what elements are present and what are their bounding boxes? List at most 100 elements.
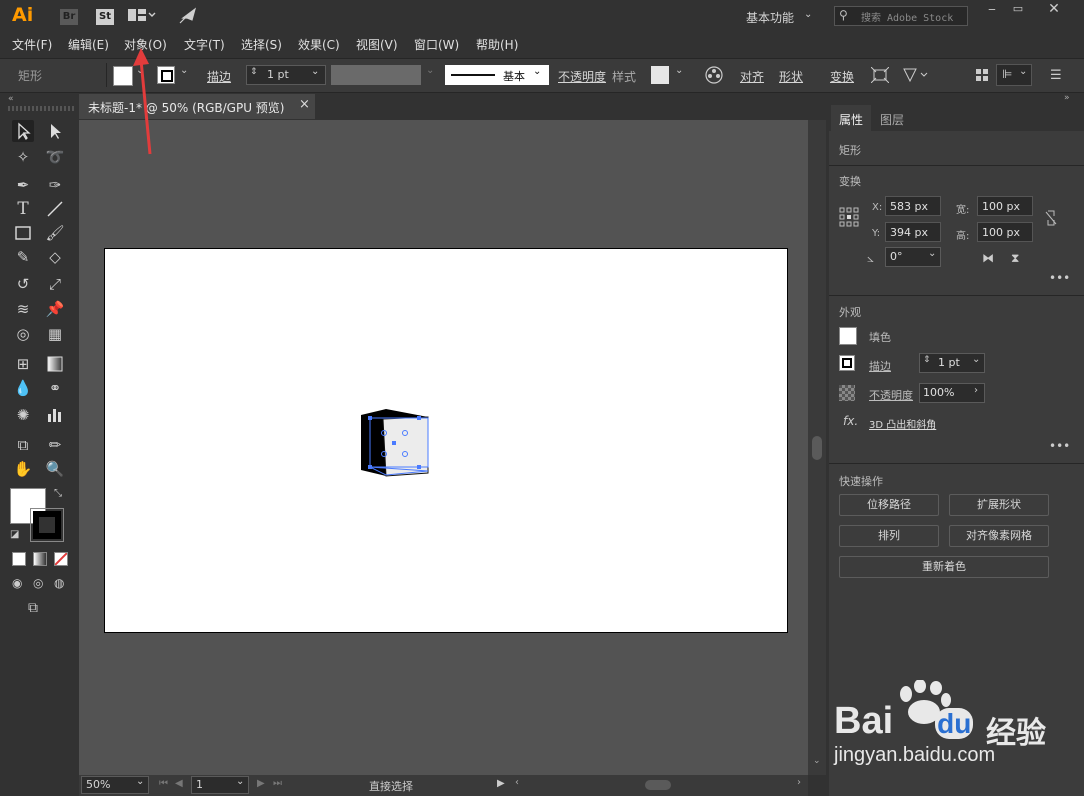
- opacity-label-panel[interactable]: 不透明度: [869, 387, 913, 403]
- effect-3d-link[interactable]: 3D 凸出和斜角: [869, 416, 936, 431]
- vertical-scroll-thumb[interactable]: [812, 436, 822, 460]
- menu-window[interactable]: 窗口(W): [414, 36, 459, 53]
- menu-select[interactable]: 选择(S): [241, 36, 282, 53]
- height-field[interactable]: 100 px: [977, 222, 1033, 242]
- default-colors-icon[interactable]: ◪: [10, 529, 19, 540]
- draw-inside-icon[interactable]: ◍: [54, 576, 64, 590]
- lasso-tool-icon[interactable]: ➰: [44, 146, 66, 168]
- symbol-sprayer-tool-icon[interactable]: ✺: [12, 404, 34, 426]
- puppet-warp-tool-icon[interactable]: 📌: [44, 298, 66, 320]
- flip-vertical-icon[interactable]: ⧗: [1011, 251, 1019, 266]
- pen-tool-icon[interactable]: ✒: [12, 174, 34, 196]
- scale-tool-icon[interactable]: ⤢: [44, 273, 66, 295]
- panel-collapse-icon[interactable]: »: [1064, 93, 1070, 103]
- panel-menu-icon[interactable]: ☰: [1050, 68, 1062, 83]
- status-menu-icon[interactable]: ▶: [497, 778, 505, 789]
- menu-effect[interactable]: 效果(C): [298, 36, 340, 53]
- warp-tool-icon[interactable]: ≋: [12, 298, 34, 320]
- isolate-icon[interactable]: [902, 67, 930, 83]
- menu-type[interactable]: 文字(T): [184, 36, 225, 53]
- draw-behind-icon[interactable]: ◎: [33, 576, 43, 590]
- bridge-button[interactable]: Br: [60, 9, 78, 25]
- brush-definition[interactable]: 基本 ⌄: [445, 65, 549, 85]
- mesh-tool-icon[interactable]: ⊞: [12, 353, 34, 375]
- scroll-down-icon[interactable]: ⌄: [813, 756, 821, 766]
- grid-view-icon[interactable]: [975, 68, 989, 82]
- x-field[interactable]: 583 px: [885, 196, 941, 216]
- magic-wand-tool-icon[interactable]: ✧: [12, 146, 34, 168]
- blend-tool-icon[interactable]: ⚭: [44, 377, 66, 399]
- arrange-icon[interactable]: ⊫ ⌄: [996, 64, 1032, 86]
- stroke-weight-panel-field[interactable]: ⇕ 1 pt ⌄: [919, 353, 985, 373]
- arrange-button[interactable]: 排列: [839, 525, 939, 547]
- chevron-down-icon[interactable]: ⌄: [675, 65, 683, 76]
- variable-width-profile[interactable]: [331, 65, 421, 85]
- first-artboard-icon[interactable]: ⏮: [159, 778, 168, 789]
- tab-layers[interactable]: 图层: [880, 111, 904, 128]
- style-swatch[interactable]: [651, 66, 669, 84]
- fill-swatch-panel[interactable]: [839, 327, 857, 345]
- shape-label[interactable]: 形状: [779, 68, 803, 85]
- selection-tool-icon[interactable]: [12, 120, 34, 142]
- slice-tool-icon[interactable]: ✏: [44, 434, 66, 456]
- stock-search[interactable]: ⚲ 搜索 Adobe Stock: [834, 6, 968, 26]
- stroke-label[interactable]: 描边: [207, 68, 231, 85]
- color-mode-button[interactable]: [12, 552, 26, 566]
- offset-path-button[interactable]: 位移路径: [839, 494, 939, 516]
- opacity-label[interactable]: 不透明度: [558, 68, 606, 85]
- curvature-tool-icon[interactable]: ✑: [44, 174, 66, 196]
- swap-colors-icon[interactable]: ⤡: [54, 488, 62, 499]
- recolor-icon[interactable]: [705, 66, 723, 84]
- expand-shape-button[interactable]: 扩展形状: [949, 494, 1049, 516]
- minimize-button[interactable]: ‒: [980, 2, 1004, 20]
- paintbrush-tool-icon[interactable]: 🖌: [44, 222, 66, 244]
- document-tab[interactable]: 未标题-1* @ 50% (RGB/GPU 预览) ×: [79, 94, 315, 119]
- artboard-number-field[interactable]: 1 ⌄: [191, 776, 249, 794]
- artboard[interactable]: [104, 248, 788, 633]
- tab-properties[interactable]: 属性: [831, 105, 871, 131]
- none-mode-button[interactable]: [54, 552, 68, 566]
- stock-button[interactable]: St: [96, 9, 114, 25]
- more-options-icon[interactable]: •••: [1049, 439, 1070, 453]
- opacity-field[interactable]: 100% ›: [919, 383, 985, 403]
- workspace-switcher[interactable]: 基本功能 ⌄: [740, 8, 820, 26]
- hand-tool-icon[interactable]: ✋: [12, 458, 34, 480]
- angle-field[interactable]: 0° ⌄: [885, 247, 941, 267]
- gradient-mode-button[interactable]: [33, 552, 47, 566]
- shape-builder-tool-icon[interactable]: ◎: [12, 323, 34, 345]
- stroke-label-panel[interactable]: 描边: [869, 358, 891, 374]
- stroke-color-box[interactable]: [30, 508, 64, 542]
- horizontal-scroll-thumb[interactable]: [645, 780, 671, 790]
- stroke-swatch-panel[interactable]: [839, 355, 855, 371]
- rectangle-tool-icon[interactable]: [12, 222, 34, 244]
- reference-point-icon[interactable]: [839, 207, 859, 227]
- close-window-button[interactable]: ✕: [1042, 1, 1066, 19]
- stroke-weight-field[interactable]: ⇕ 1 pt ⌄: [246, 65, 326, 85]
- constrain-proportions-icon[interactable]: [1044, 209, 1058, 227]
- chevron-down-icon[interactable]: ⌄: [426, 65, 434, 76]
- line-tool-icon[interactable]: [44, 198, 66, 220]
- perspective-grid-tool-icon[interactable]: ▦: [44, 323, 66, 345]
- toolbox-grip[interactable]: [8, 106, 76, 111]
- cube-object[interactable]: [356, 405, 436, 480]
- scroll-right-icon[interactable]: ›: [797, 777, 801, 788]
- width-field[interactable]: 100 px: [977, 196, 1033, 216]
- horizontal-scrollbar[interactable]: ‹ ›: [513, 777, 807, 793]
- gpu-performance-icon[interactable]: [178, 6, 198, 26]
- rotate-tool-icon[interactable]: ↺: [12, 273, 34, 295]
- next-artboard-icon[interactable]: ▶: [257, 778, 265, 789]
- more-options-icon[interactable]: •••: [1049, 271, 1070, 285]
- menu-help[interactable]: 帮助(H): [476, 36, 518, 53]
- direct-selection-tool-icon[interactable]: [44, 120, 66, 142]
- screen-mode-icon[interactable]: ⧉: [28, 600, 38, 616]
- previous-artboard-icon[interactable]: ◀: [175, 778, 183, 789]
- arrange-documents-icon[interactable]: [128, 9, 156, 23]
- align-label[interactable]: 对齐: [740, 68, 764, 85]
- shaper-tool-icon[interactable]: ✎: [12, 246, 34, 268]
- eyedropper-tool-icon[interactable]: 💧: [12, 377, 34, 399]
- transform-label[interactable]: 变换: [830, 68, 854, 85]
- type-tool-icon[interactable]: T: [12, 198, 34, 220]
- align-pixel-grid-button[interactable]: 对齐像素网格: [949, 525, 1049, 547]
- y-field[interactable]: 394 px: [885, 222, 941, 242]
- last-artboard-icon[interactable]: ⏭: [273, 778, 282, 789]
